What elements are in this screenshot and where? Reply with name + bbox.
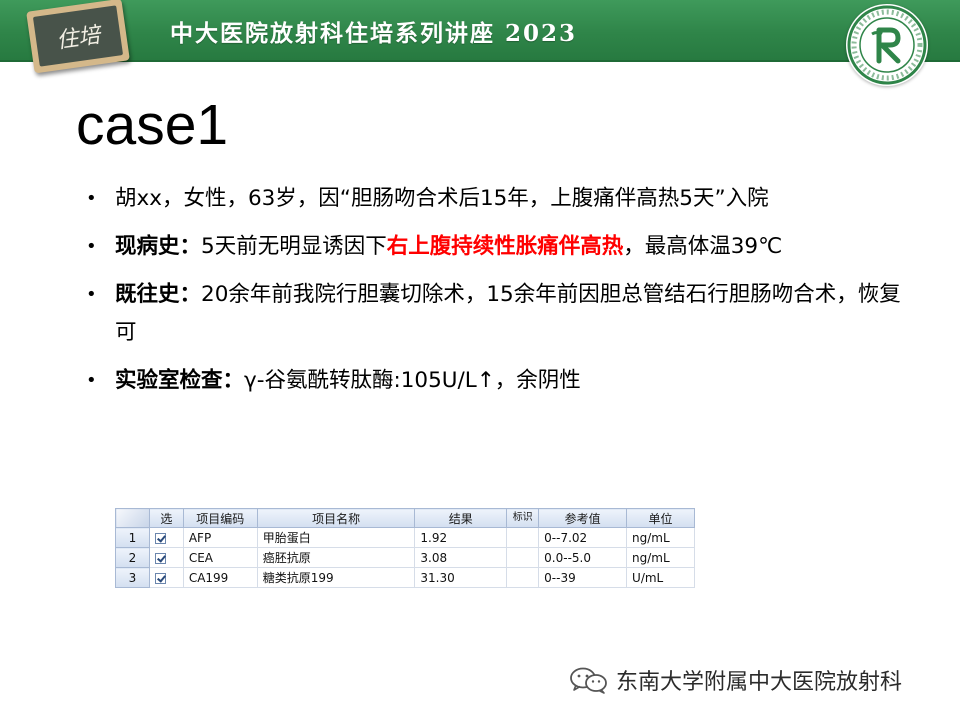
row-number: 3 xyxy=(115,567,150,588)
bullet-past-history: • 既往史：20余年前我院行胆囊切除术，15余年前因胆总管结石行胆肠吻合术，恢复… xyxy=(86,276,906,352)
slide-title: case1 xyxy=(76,93,229,157)
bullet-dot-icon: • xyxy=(86,188,97,209)
bullet-patient-info: • 胡xx，女性，63岁，因“胆肠吻合术后15年，上腹痛伴高热5天”入院 xyxy=(86,180,906,218)
col-header-code[interactable]: 项目编码 xyxy=(182,508,258,528)
cell-name: 糖类抗原199 xyxy=(256,567,416,588)
row-checkbox[interactable] xyxy=(154,572,166,584)
present-illness-tail: ，最高体温39℃ xyxy=(623,234,783,259)
row-checkbox[interactable] xyxy=(154,552,166,564)
cell-reference: 0--7.02 xyxy=(538,527,628,548)
bullet-dot-icon: • xyxy=(86,370,97,391)
cell-result: 31.30 xyxy=(414,567,508,588)
row-select-cell[interactable] xyxy=(148,567,184,588)
chalkboard-badge: 住培 xyxy=(26,0,130,74)
bullet-lab-exam: • 实验室检查：γ-谷氨酰转肽酶:105U/L↑，余阴性 xyxy=(86,362,906,400)
cell-result: 3.08 xyxy=(414,547,508,568)
banner-title: 中大医院放射科住培系列讲座 2023 xyxy=(170,20,578,47)
cell-result: 1.92 xyxy=(414,527,508,548)
col-header-select[interactable]: 选 xyxy=(148,508,184,528)
cell-code: CA199 xyxy=(182,567,258,588)
past-history-label: 既往史： xyxy=(115,282,202,307)
cell-name: 癌胚抗原 xyxy=(256,547,416,568)
cell-code: CEA xyxy=(182,547,258,568)
bullet-dot-icon: • xyxy=(86,284,97,305)
bullet-dot-icon: • xyxy=(86,236,97,257)
table-corner-cell[interactable] xyxy=(115,508,150,528)
cell-unit: ng/mL xyxy=(626,547,695,568)
col-header-result[interactable]: 结果 xyxy=(414,508,508,528)
cell-name: 甲胎蛋白 xyxy=(256,527,416,548)
row-select-cell[interactable] xyxy=(148,527,184,548)
bullet-present-illness: • 现病史：5天前无明显诱因下右上腹持续性胀痛伴高热，最高体温39℃ xyxy=(86,228,906,266)
col-header-name[interactable]: 项目名称 xyxy=(256,508,416,528)
cell-flag xyxy=(506,567,540,588)
present-illness-text: 5天前无明显诱因下 xyxy=(201,234,387,259)
patient-info-text: 胡xx，女性，63岁，因“胆肠吻合术后15年，上腹痛伴高热5天”入院 xyxy=(115,186,769,211)
lab-exam-label: 实验室检查： xyxy=(115,368,245,393)
present-illness-highlight: 右上腹持续性胀痛伴高热 xyxy=(386,234,624,259)
cell-flag xyxy=(506,547,540,568)
row-number: 2 xyxy=(115,547,150,568)
table-row[interactable]: 1 AFP 甲胎蛋白 1.92 0--7.02 ng/mL xyxy=(115,527,695,548)
table-row[interactable]: 2 CEA 癌胚抗原 3.08 0.0--5.0 ng/mL xyxy=(115,547,695,568)
header-banner: 住培 中大医院放射科住培系列讲座 2023 xyxy=(0,0,960,74)
past-history-text: 20余年前我院行胆囊切除术，15余年前因胆总管结石行胆肠吻合术，恢复可 xyxy=(115,282,901,345)
lab-results-table: 选 项目编码 项目名称 结果 标识 参考值 单位 1 AFP 甲胎蛋白 1.92… xyxy=(115,508,695,588)
cell-unit: U/mL xyxy=(626,567,695,588)
col-header-reference[interactable]: 参考值 xyxy=(538,508,628,528)
cell-flag xyxy=(506,527,540,548)
footer-text: 东南大学附属中大医院放射科 xyxy=(616,670,903,695)
present-illness-label: 现病史： xyxy=(115,234,202,259)
cell-reference: 0--39 xyxy=(538,567,628,588)
table-row[interactable]: 3 CA199 糖类抗原199 31.30 0--39 U/mL xyxy=(115,567,695,588)
badge-text: 住培 xyxy=(32,5,124,67)
col-header-flag[interactable]: 标识 xyxy=(506,508,540,528)
table-header-row: 选 项目编码 项目名称 结果 标识 参考值 单位 xyxy=(115,508,695,528)
cell-unit: ng/mL xyxy=(626,527,695,548)
cell-reference: 0.0--5.0 xyxy=(538,547,628,568)
cell-code: AFP xyxy=(182,527,258,548)
col-header-unit[interactable]: 单位 xyxy=(626,508,695,528)
case-bullet-list: • 胡xx，女性，63岁，因“胆肠吻合术后15年，上腹痛伴高热5天”入院 • 现… xyxy=(86,180,906,410)
hospital-emblem-icon xyxy=(846,4,928,86)
footer-watermark: 东南大学附属中大医院放射科 xyxy=(568,664,902,696)
row-number: 1 xyxy=(115,527,150,548)
row-checkbox[interactable] xyxy=(154,532,166,544)
wechat-icon xyxy=(570,667,607,694)
row-select-cell[interactable] xyxy=(148,547,184,568)
lab-exam-text: γ-谷氨酰转肽酶:105U/L↑，余阴性 xyxy=(244,368,581,393)
